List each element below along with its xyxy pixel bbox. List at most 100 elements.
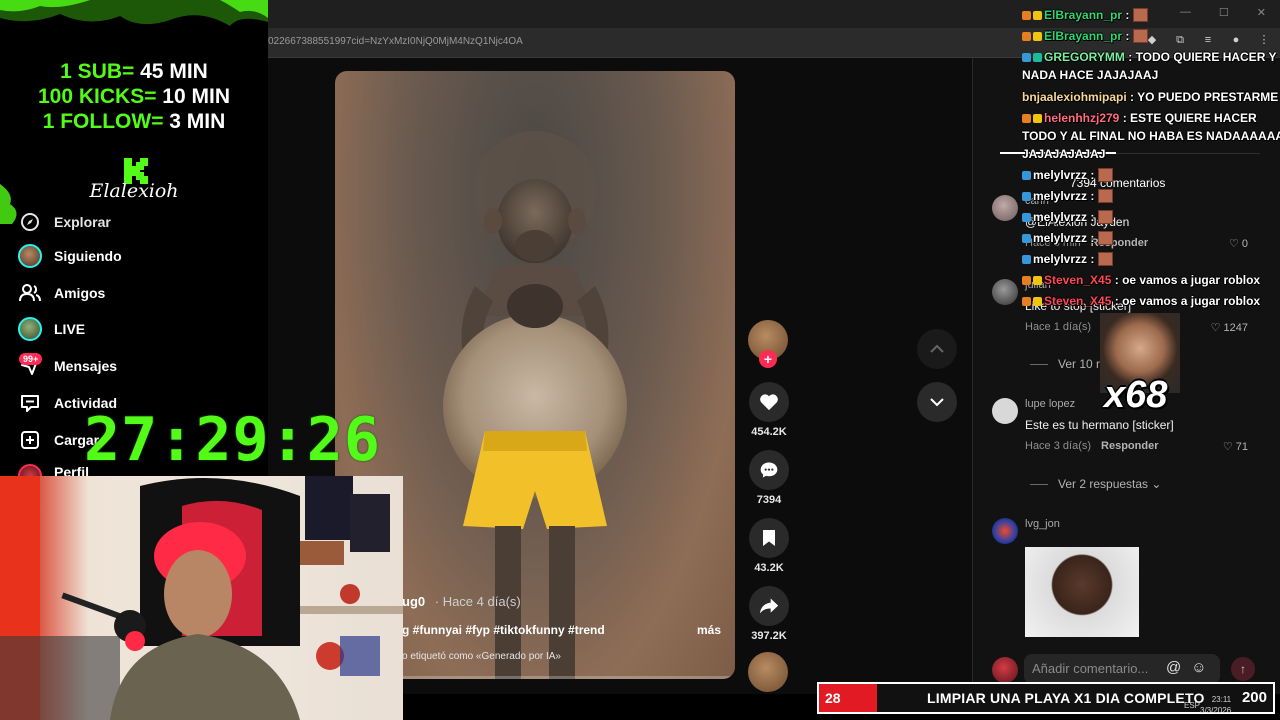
maximize-icon[interactable]: ☐ — [1219, 6, 1229, 19]
taskbar-language[interactable]: ESP — [1184, 701, 1200, 710]
follow-goal-value: 3 MIN — [163, 110, 226, 133]
bookmark-icon — [763, 530, 775, 546]
sidebar-item-explorar[interactable]: Explorar — [18, 210, 111, 234]
creator-avatar[interactable]: + — [748, 320, 788, 368]
challenge-goal-value: 200 — [1241, 689, 1267, 706]
follow-button[interactable]: + — [759, 350, 777, 368]
sound-disc[interactable] — [748, 652, 788, 692]
webcam-feed — [0, 476, 403, 720]
chat-username[interactable]: ElBrayann_pr — [1044, 8, 1122, 22]
chat-badge-icon — [1022, 276, 1031, 285]
chat-badge-icon — [1022, 192, 1031, 201]
puzzle-icon[interactable]: ⧉ — [1174, 34, 1186, 46]
chat-username[interactable]: helenhhzj279 — [1044, 111, 1119, 125]
commenter-name[interactable]: lupe lopez — [1025, 398, 1075, 410]
comment-icon — [760, 462, 778, 478]
commenter-avatar[interactable] — [992, 195, 1018, 221]
like-count: 454.2K — [751, 426, 787, 438]
taskbar-clock[interactable]: 23:11 3/3/2026 — [1200, 694, 1231, 716]
reply-button[interactable]: Responder — [1101, 440, 1158, 452]
sidebar-item-siguiendo[interactable]: Siguiendo — [18, 244, 122, 268]
video-caption: g #funnyai #fyp #tiktokfunny #trend — [402, 623, 605, 637]
comment-button[interactable] — [749, 450, 789, 490]
share-count: 397.2K — [751, 630, 787, 642]
commenter-avatar[interactable] — [992, 279, 1018, 305]
sidebar-item-amigos[interactable]: Amigos — [18, 281, 105, 305]
avatar — [18, 244, 42, 268]
chat-username[interactable]: melylvrzz — [1033, 252, 1087, 266]
chat-message: melylvrzz : — [1022, 189, 1114, 203]
chat-message: GREGORYMM : TODO QUIERE HACER Y — [1022, 50, 1276, 64]
message-square-icon — [18, 391, 42, 415]
taskbar-date: 3/3/2026 — [1200, 706, 1232, 715]
caption-more-link[interactable]: más — [697, 623, 721, 637]
send-comment-button[interactable]: ↑ — [1231, 657, 1255, 681]
chat-username[interactable]: Steven_X45 — [1044, 273, 1111, 287]
author-name[interactable]: ug0 — [402, 594, 425, 609]
heart-icon — [760, 394, 778, 411]
chat-emote-icon — [1098, 252, 1114, 266]
chat-username[interactable]: Steven_X45 — [1044, 294, 1111, 308]
action-rail: + 454.2K 7394 43.2K 397.2K — [748, 320, 790, 692]
chat-message: ElBrayann_pr : — [1022, 8, 1149, 22]
video-author[interactable]: ug0 · Hace 4 día(s) — [402, 594, 521, 609]
commenter-avatar[interactable] — [992, 398, 1018, 424]
chat-badge-icon — [1022, 171, 1031, 180]
sidebar-item-perfil[interactable]: Perfil — [18, 464, 89, 476]
view-replies-button[interactable]: Ver 10 r — [1030, 357, 1100, 371]
comment-like-button[interactable]: ♡ 71 — [1223, 440, 1248, 453]
mention-icon[interactable]: @ — [1166, 659, 1181, 676]
chat-username[interactable]: GREGORYMM — [1044, 50, 1125, 64]
chat-badge-icon — [1033, 114, 1042, 123]
close-icon[interactable]: ✕ — [1257, 6, 1266, 19]
chat-text: : oe vamos a jugar roblox — [1114, 273, 1261, 287]
my-avatar — [992, 657, 1018, 683]
minimize-icon[interactable]: — — [1180, 6, 1191, 19]
streamer-brand-name: Elalexioh — [89, 180, 179, 202]
next-video-button[interactable] — [917, 382, 957, 422]
save-button[interactable] — [749, 518, 789, 558]
ai-generated-label: o etiquetó como «Generado por IA» — [402, 651, 561, 662]
sidebar-item-live[interactable]: LIVE — [18, 317, 85, 341]
chat-username[interactable]: melylvrzz — [1033, 189, 1087, 203]
comment-sticker-image[interactable] — [1025, 547, 1139, 637]
share-button[interactable] — [749, 586, 789, 626]
profile-icon[interactable]: ● — [1230, 34, 1242, 46]
comment-input-icons: @ ☺ — [1166, 659, 1207, 676]
chat-username[interactable]: bnjaalexiohmipapi — [1022, 90, 1127, 104]
chat-username[interactable]: melylvrzz — [1033, 210, 1087, 224]
view-replies-button[interactable]: Ver 2 respuestas ⌄ — [1030, 477, 1161, 491]
chat-message: melylvrzz : — [1022, 231, 1114, 245]
comment-like-button[interactable]: ♡ 0 — [1229, 237, 1248, 250]
follow-goal-line: 1 FOLLOW= 3 MIN — [0, 110, 268, 134]
commenter-name[interactable]: lvg_jon — [1025, 518, 1060, 530]
posted-ago: · Hace 4 día(s) — [434, 594, 521, 609]
chat-text: : YO PUEDO PRESTARME — [1130, 90, 1279, 104]
chat-text: : oe vamos a jugar roblox — [1114, 294, 1261, 308]
commenter-avatar[interactable] — [992, 518, 1018, 544]
chat-badge-icon — [1022, 53, 1031, 62]
chat-username[interactable]: melylvrzz — [1033, 231, 1087, 245]
sidebar-item-label: Mensajes — [54, 358, 118, 374]
comment-like-button[interactable]: ♡ 1247 — [1211, 321, 1248, 334]
chat-username[interactable]: melylvrzz — [1033, 168, 1087, 182]
chat-badge-icon — [1022, 32, 1031, 41]
chat-text: : — [1090, 189, 1095, 203]
comment-item: lvg_jon — [992, 518, 1262, 544]
chat-emote-icon — [1098, 210, 1114, 224]
chat-username[interactable]: ElBrayann_pr — [1044, 29, 1122, 43]
subathon-timer: 27:29:26 — [84, 405, 381, 475]
url-text[interactable]: 022667388551997cid=NzYxMzI0NjQ0MjM4NzQ1N… — [268, 36, 523, 47]
menu-icon[interactable]: ⋮ — [1258, 34, 1270, 46]
browser-toolbar-icons: ◆ ⧉ ≡ ● ⋮ — [1146, 34, 1270, 46]
playlist-icon[interactable]: ≡ — [1202, 34, 1214, 46]
share-icon — [759, 598, 779, 614]
emoji-icon[interactable]: ☺ — [1191, 659, 1206, 676]
chat-text: : — [1090, 210, 1095, 224]
sidebar-item-label: Amigos — [54, 285, 106, 301]
like-button[interactable] — [749, 382, 789, 422]
sidebar-item-label: Siguiendo — [54, 248, 122, 264]
challenge-number: 28 — [819, 684, 877, 712]
previous-video-button[interactable] — [917, 329, 957, 369]
follow-goal-key: 1 FOLLOW= — [42, 110, 164, 133]
